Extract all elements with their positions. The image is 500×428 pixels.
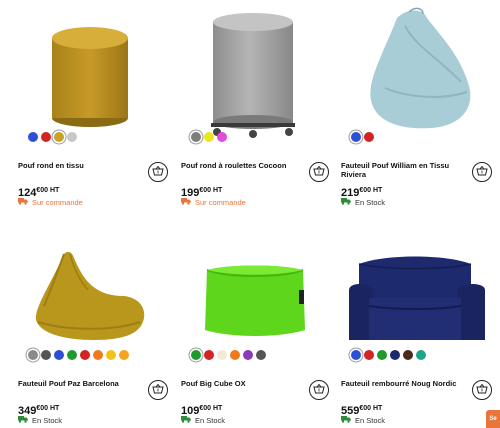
color-swatch[interactable] — [67, 132, 77, 142]
availability-label: En Stock — [32, 415, 63, 425]
color-swatch[interactable] — [217, 350, 227, 360]
color-swatches — [191, 350, 266, 362]
color-swatch[interactable] — [28, 350, 38, 360]
color-swatch[interactable] — [204, 350, 214, 360]
product-grid: Pouf rond en tissu 124€00 HT Sur command… — [0, 0, 500, 428]
color-swatch[interactable] — [217, 132, 227, 142]
color-swatch[interactable] — [41, 132, 51, 142]
product-card[interactable]: Fauteuil Pouf Paz Barcelona 349€00 HT En… — [0, 214, 168, 428]
color-swatch[interactable] — [243, 350, 253, 360]
availability-label: Sur commande — [32, 197, 83, 207]
product-card[interactable]: Pouf rond à roulettes Cocoon 199€00 HT S… — [163, 0, 329, 214]
truck-icon — [181, 197, 191, 207]
product-title[interactable]: Pouf rond à roulettes Cocoon — [181, 161, 299, 170]
basket-icon — [476, 381, 488, 399]
product-title[interactable]: Pouf rond en tissu — [18, 161, 136, 170]
truck-icon — [18, 197, 28, 207]
corner-action-button[interactable]: Se — [486, 410, 500, 428]
color-swatch[interactable] — [80, 350, 90, 360]
color-swatch[interactable] — [119, 350, 129, 360]
color-swatch[interactable] — [106, 350, 116, 360]
color-swatches — [28, 132, 77, 144]
product-card[interactable]: Fauteuil rembourré Noug Nordic 559€00 HT… — [327, 214, 492, 428]
basket-icon — [476, 163, 488, 181]
product-card[interactable]: Pouf rond en tissu 124€00 HT Sur command… — [0, 0, 168, 214]
color-swatch[interactable] — [28, 132, 38, 142]
basket-icon — [313, 381, 325, 399]
product-card[interactable]: Pouf Big Cube OX 109€00 HT En Stock — [163, 214, 329, 428]
product-title[interactable]: Fauteuil Pouf Paz Barcelona — [18, 379, 136, 388]
availability-label: Sur commande — [195, 197, 246, 207]
truck-icon — [341, 197, 351, 207]
basket-icon — [313, 163, 325, 181]
price-decimal: €00 HT — [36, 405, 60, 412]
product-title[interactable]: Pouf Big Cube OX — [181, 379, 299, 388]
color-swatch[interactable] — [191, 132, 201, 142]
color-swatch[interactable] — [256, 350, 266, 360]
truck-icon — [341, 415, 351, 425]
availability-status: Sur commande — [181, 197, 246, 207]
availability-status: En Stock — [341, 197, 385, 207]
color-swatches — [28, 350, 129, 362]
color-swatch[interactable] — [390, 350, 400, 360]
product-card[interactable]: Fauteuil Pouf William en Tissu Riviera 2… — [327, 0, 492, 214]
color-swatch[interactable] — [191, 350, 201, 360]
color-swatches — [351, 132, 374, 144]
color-swatch[interactable] — [204, 132, 214, 142]
color-swatch[interactable] — [54, 350, 64, 360]
price-decimal: €00 HT — [359, 405, 383, 412]
add-to-cart-button[interactable] — [472, 380, 492, 400]
color-swatch[interactable] — [41, 350, 51, 360]
color-swatch[interactable] — [416, 350, 426, 360]
color-swatch[interactable] — [403, 350, 413, 360]
color-swatch[interactable] — [54, 132, 64, 142]
product-image-fauteuil-william[interactable] — [357, 4, 500, 129]
availability-status: En Stock — [18, 415, 62, 425]
color-swatch[interactable] — [230, 350, 240, 360]
color-swatch[interactable] — [351, 350, 361, 360]
product-title[interactable]: Fauteuil rembourré Noug Nordic — [341, 379, 459, 388]
availability-status: Sur commande — [18, 197, 83, 207]
availability-label: En Stock — [355, 415, 386, 425]
color-swatch[interactable] — [93, 350, 103, 360]
truck-icon — [18, 415, 28, 425]
color-swatches — [351, 350, 426, 362]
add-to-cart-button[interactable] — [309, 380, 329, 400]
price-decimal: €00 HT — [199, 405, 223, 412]
availability-label: En Stock — [195, 415, 226, 425]
color-swatch[interactable] — [67, 350, 77, 360]
color-swatches — [191, 132, 227, 144]
color-swatch[interactable] — [351, 132, 361, 142]
color-swatch[interactable] — [364, 132, 374, 142]
availability-status: En Stock — [181, 415, 225, 425]
add-to-cart-button[interactable] — [309, 162, 329, 182]
availability-status: En Stock — [341, 415, 385, 425]
color-swatch[interactable] — [377, 350, 387, 360]
color-swatch[interactable] — [364, 350, 374, 360]
price-decimal: €00 HT — [36, 187, 60, 194]
price-decimal: €00 HT — [199, 187, 223, 194]
product-title[interactable]: Fauteuil Pouf William en Tissu Riviera — [341, 161, 459, 179]
availability-label: En Stock — [355, 197, 386, 207]
add-to-cart-button[interactable] — [472, 162, 492, 182]
price-decimal: €00 HT — [359, 187, 383, 194]
truck-icon — [181, 415, 191, 425]
